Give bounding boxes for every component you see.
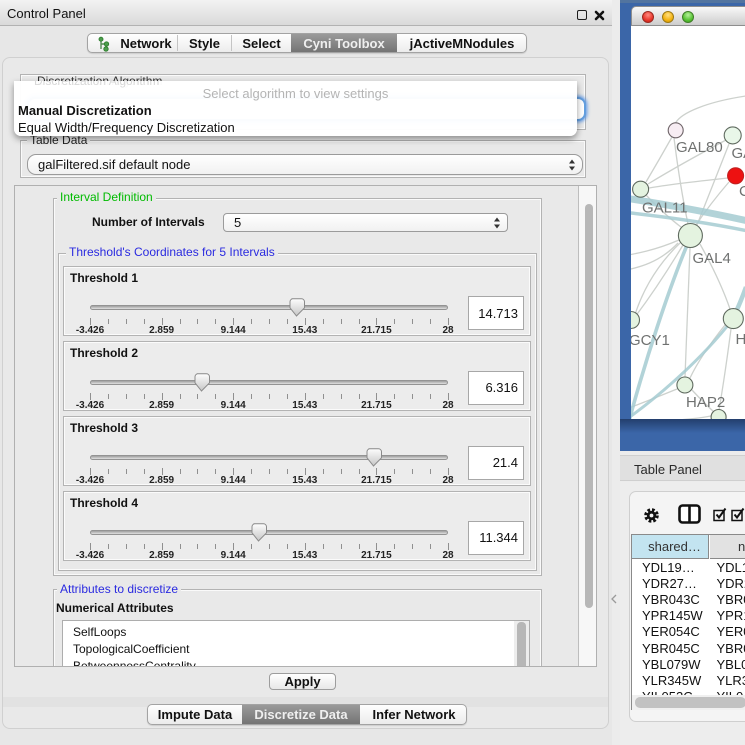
svg-text:GAL4: GAL4 xyxy=(693,250,731,267)
svg-text:GAL80: GAL80 xyxy=(676,139,723,156)
svg-text:H: H xyxy=(736,331,745,348)
svg-text:GAL11: GAL11 xyxy=(642,200,688,217)
svg-text:GA: GA xyxy=(732,145,745,162)
svg-text:HAP2: HAP2 xyxy=(686,394,725,411)
svg-text:GCY1: GCY1 xyxy=(631,332,670,349)
svg-text:C: C xyxy=(739,183,745,200)
